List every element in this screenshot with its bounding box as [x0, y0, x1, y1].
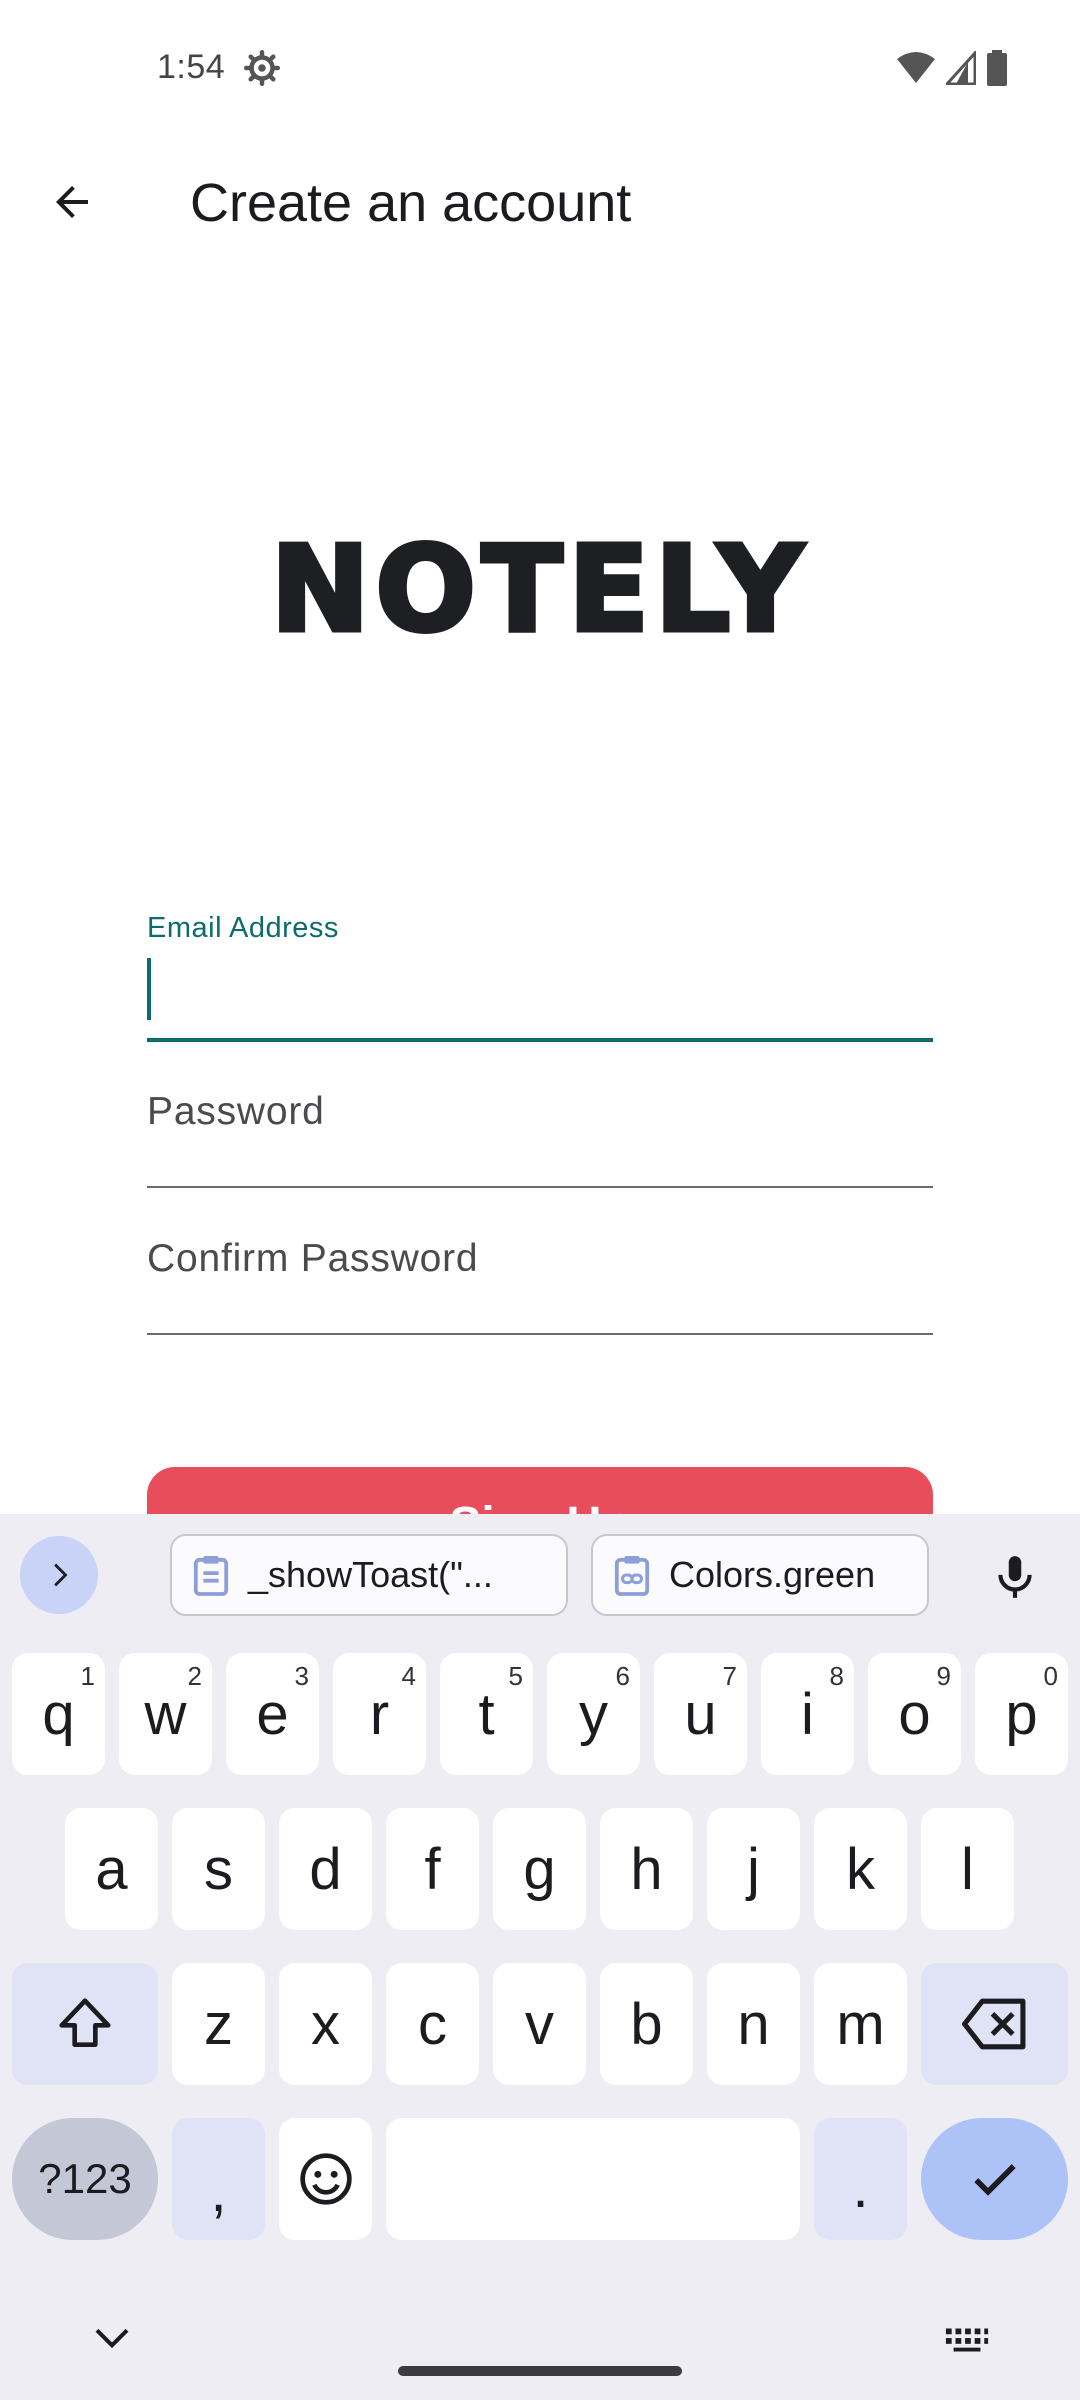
page-title: Create an account — [190, 173, 632, 233]
email-field[interactable]: Email Address — [147, 912, 933, 1044]
key-c[interactable]: c — [386, 1963, 479, 2085]
email-field-label: Email Address — [147, 912, 339, 944]
key-a[interactable]: a — [65, 1808, 158, 1930]
key-g[interactable]: g — [493, 1808, 586, 1930]
app-bar: Create an account — [0, 136, 1080, 280]
clipboard-link-suggestion-text: Colors.green — [669, 1554, 876, 1595]
logo-text: NOTELY — [268, 518, 810, 661]
clipboard-link-suggestion-chip[interactable]: Colors.green — [591, 1534, 929, 1616]
checkmark-icon — [973, 2164, 1016, 2196]
hide-keyboard-chevron-icon[interactable] — [92, 2322, 132, 2352]
clipboard-icon — [193, 1556, 229, 1596]
emoji-icon — [299, 2153, 352, 2205]
clipboard-suggestion-chip[interactable]: _showToast("... — [170, 1534, 568, 1616]
text-caret — [147, 958, 151, 1020]
keyboard-expand-button[interactable] — [20, 1536, 98, 1614]
key-u[interactable]: u7 — [654, 1653, 747, 1775]
key-r[interactable]: r4 — [333, 1653, 426, 1775]
symbols-key[interactable]: ?123 — [12, 2118, 158, 2240]
key-n[interactable]: n — [707, 1963, 800, 2085]
gesture-nav-handle[interactable] — [398, 2366, 682, 2376]
key-f[interactable]: f — [386, 1808, 479, 1930]
status-bar: 1:54 — [0, 0, 1080, 136]
battery-icon — [987, 50, 1007, 86]
key-s[interactable]: s — [172, 1808, 265, 1930]
confirm-password-field[interactable]: Confirm Password — [147, 1227, 933, 1337]
key-j[interactable]: j — [707, 1808, 800, 1930]
microphone-icon[interactable] — [990, 1552, 1040, 1602]
period-key[interactable]: . — [814, 2118, 907, 2240]
key-x[interactable]: x — [279, 1963, 372, 2085]
password-field-label: Password — [147, 1090, 325, 1133]
key-d[interactable]: d — [279, 1808, 372, 1930]
key-l[interactable]: l — [921, 1808, 1014, 1930]
wifi-icon — [897, 52, 935, 83]
status-icons — [896, 50, 1008, 86]
key-p[interactable]: p0 — [975, 1653, 1068, 1775]
password-field-underline — [147, 1186, 933, 1188]
chevron-right-icon — [54, 1563, 68, 1587]
comma-key[interactable]: , — [172, 2118, 265, 2240]
emoji-key[interactable] — [279, 2118, 372, 2240]
space-key[interactable] — [386, 2118, 800, 2240]
key-w[interactable]: w2 — [119, 1653, 212, 1775]
shift-icon — [59, 1998, 111, 2047]
backspace-icon — [961, 1998, 1025, 2050]
status-time: 1:54 — [157, 48, 226, 86]
key-m[interactable]: m — [814, 1963, 907, 2085]
arrow-back-icon — [56, 186, 88, 218]
back-button[interactable] — [36, 166, 108, 238]
key-t[interactable]: t5 — [440, 1653, 533, 1775]
cell-signal-icon — [946, 51, 976, 85]
clipboard-suggestion-text: _showToast("... — [248, 1554, 493, 1595]
enter-key[interactable] — [921, 2118, 1068, 2240]
key-e[interactable]: e3 — [226, 1653, 319, 1775]
key-y[interactable]: y6 — [547, 1653, 640, 1775]
key-z[interactable]: z — [172, 1963, 265, 2085]
soft-keyboard: _showToast("... Colors.green q1 w2 e3 r4… — [0, 1514, 1080, 2400]
clipboard-link-icon — [614, 1556, 650, 1596]
confirm-password-field-underline — [147, 1333, 933, 1335]
password-field[interactable]: Password — [147, 1080, 933, 1190]
app-logo: NOTELY — [0, 518, 1080, 661]
key-h[interactable]: h — [600, 1808, 693, 1930]
email-field-underline — [147, 1038, 933, 1042]
keyboard-suggestion-bar: _showToast("... Colors.green — [0, 1514, 1080, 1634]
key-v[interactable]: v — [493, 1963, 586, 2085]
key-k[interactable]: k — [814, 1808, 907, 1930]
confirm-password-field-label: Confirm Password — [147, 1237, 479, 1280]
backspace-key[interactable] — [921, 1963, 1068, 2085]
keyboard-switch-icon[interactable] — [944, 2326, 990, 2354]
key-q[interactable]: q1 — [12, 1653, 105, 1775]
key-o[interactable]: o9 — [868, 1653, 961, 1775]
key-i[interactable]: i8 — [761, 1653, 854, 1775]
key-b[interactable]: b — [600, 1963, 693, 2085]
settings-gear-icon — [244, 50, 280, 86]
shift-key[interactable] — [12, 1963, 158, 2085]
